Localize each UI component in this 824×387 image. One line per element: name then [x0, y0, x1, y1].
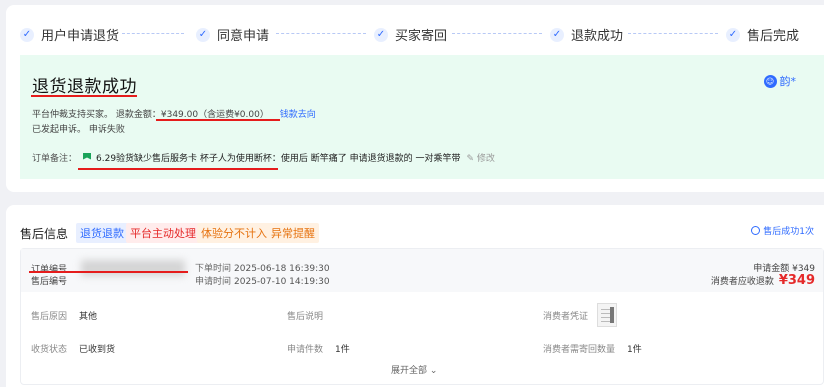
- step-label: 买家寄回: [395, 29, 448, 44]
- refund-amount-value: ¥349: [778, 273, 815, 288]
- aftersale-info-card: 售后信息 退货退款 平台主动处理 体验分不计入 异常提醒 售后成功1次 订单编号…: [6, 205, 824, 387]
- check-icon: ✓: [20, 27, 34, 42]
- aftersale-desc: 售后说明: [287, 309, 323, 322]
- step-connector: [628, 33, 718, 34]
- step-label: 用户申请退货: [41, 29, 120, 44]
- apply-time-value: 2025-07-10 14:19:30: [234, 277, 330, 287]
- order-note: 订单备注： 6.29验货缺少售后服务卡 杯子人为使用断杯：使用后 断竿痛了 申请…: [32, 151, 495, 164]
- order-detail-box: 订单编号 售后编号 下单时间 2025-06-18 16:39:30 申请时间 20…: [20, 248, 824, 385]
- check-icon: ✓: [374, 27, 388, 42]
- note-underline: [78, 168, 278, 170]
- check-icon: ✓: [550, 27, 564, 42]
- appeal-status: 已发起申诉。 申诉失败: [32, 125, 125, 135]
- order-no-value-underline: [65, 271, 188, 273]
- edit-note-button[interactable]: ✎ 修改: [467, 151, 495, 164]
- step-apply-return: ✓ 用户申请退货: [20, 25, 119, 44]
- desc-label: 售后说明: [287, 312, 324, 322]
- apply-time-label: 申请时间: [195, 277, 232, 287]
- user-icon: ☺: [763, 74, 777, 88]
- apply-count: 申请件数 1件: [287, 342, 350, 355]
- clock-icon: [751, 226, 761, 235]
- step-agree: ✓ 同意申请: [196, 25, 269, 44]
- tag-return-refund: 退货退款: [76, 223, 128, 243]
- check-icon: ✓: [726, 27, 740, 42]
- step-complete: ✓ 售后完成: [726, 25, 799, 44]
- reason-label: 售后原因: [31, 312, 68, 322]
- step-refund-success: ✓ 退款成功: [550, 25, 623, 44]
- tag-platform-handled: 平台主动处理: [126, 223, 200, 243]
- order-time-value: 2025-06-18 16:39:30: [234, 264, 330, 274]
- consumer-proof: 消费者凭证: [543, 309, 588, 322]
- edit-label: 修改: [476, 154, 495, 164]
- section-title: 售后信息: [20, 227, 69, 241]
- proof-label: 消费者凭证: [543, 312, 589, 322]
- return-label: 消费者需寄回数量: [543, 345, 616, 355]
- note-text: 6.29验货缺少售后服务卡 杯子人为使用断杯：使用后 断竿痛了 申请退货退款的 …: [96, 154, 461, 164]
- result-panel: 退货退款成功 ☺ 韵* 平台仲裁支持买家。 退款金额：¥349.00（含运费¥0…: [20, 55, 824, 179]
- tag-anomaly-alert: 异常提醒: [267, 223, 319, 243]
- expand-label: 展开全部: [391, 366, 428, 376]
- chevron-down-icon: ⌄: [429, 366, 438, 376]
- check-icon: ✓: [196, 27, 210, 42]
- receive-status: 收货状态 已收到货: [31, 342, 115, 355]
- aftersale-count[interactable]: 售后成功1次: [751, 224, 814, 237]
- count-label: 申请件数: [287, 345, 324, 355]
- return-count: 消费者需寄回数量 1件: [543, 342, 642, 355]
- order-header: 订单编号 售后编号 下单时间 2025-06-18 16:39:30 申请时间 20…: [21, 249, 823, 292]
- note-label: 订单备注：: [32, 154, 78, 164]
- aftersale-reason: 售后原因 其他: [31, 309, 97, 322]
- step-connector: [122, 33, 184, 34]
- receive-value: 已收到货: [79, 345, 116, 355]
- title-underline: [31, 95, 137, 97]
- step-buyer-return: ✓ 买家寄回: [374, 25, 447, 44]
- flag-icon: [83, 152, 92, 160]
- redacted-order-number: [81, 260, 185, 276]
- proof-thumbnail[interactable]: [597, 303, 617, 327]
- step-label: 退款成功: [571, 29, 624, 44]
- expand-all-button[interactable]: 展开全部 ⌄: [391, 363, 437, 376]
- count-value: 1件: [335, 345, 350, 355]
- order-time: 下单时间 2025-06-18 16:39:30: [195, 261, 330, 274]
- return-value: 1件: [627, 345, 642, 355]
- refund-amount-label: 消费者应收退款: [710, 277, 774, 287]
- amount-underline: [156, 119, 280, 121]
- reason-value: 其他: [79, 312, 98, 322]
- buyer-name: 韵*: [779, 75, 797, 88]
- money-flow-link[interactable]: 钱款去向: [280, 110, 316, 120]
- apply-time: 申请时间 2025-07-10 14:19:30: [195, 274, 330, 287]
- step-label: 同意申请: [217, 29, 270, 44]
- tag-experience-excluded: 体验分不计入: [197, 223, 271, 243]
- refund-amount: 消费者应收退款 ¥349: [711, 273, 815, 288]
- receive-label: 收货状态: [31, 345, 68, 355]
- aftersale-count-label: 售后成功1次: [763, 227, 814, 237]
- result-title: 退货退款成功: [32, 77, 137, 97]
- step-connector: [276, 33, 366, 34]
- step-label: 售后完成: [747, 29, 800, 44]
- buyer-chat[interactable]: ☺ 韵*: [763, 73, 797, 89]
- order-time-label: 下单时间: [195, 264, 232, 274]
- aftersale-no-label: 售后编号: [31, 277, 68, 287]
- order-no-underline: [29, 271, 65, 273]
- progress-steps: ✓ 用户申请退货 ✓ 同意申请 ✓ 买家寄回 ✓ 退款成功 ✓ 售后完成: [6, 5, 824, 59]
- step-connector: [452, 33, 542, 34]
